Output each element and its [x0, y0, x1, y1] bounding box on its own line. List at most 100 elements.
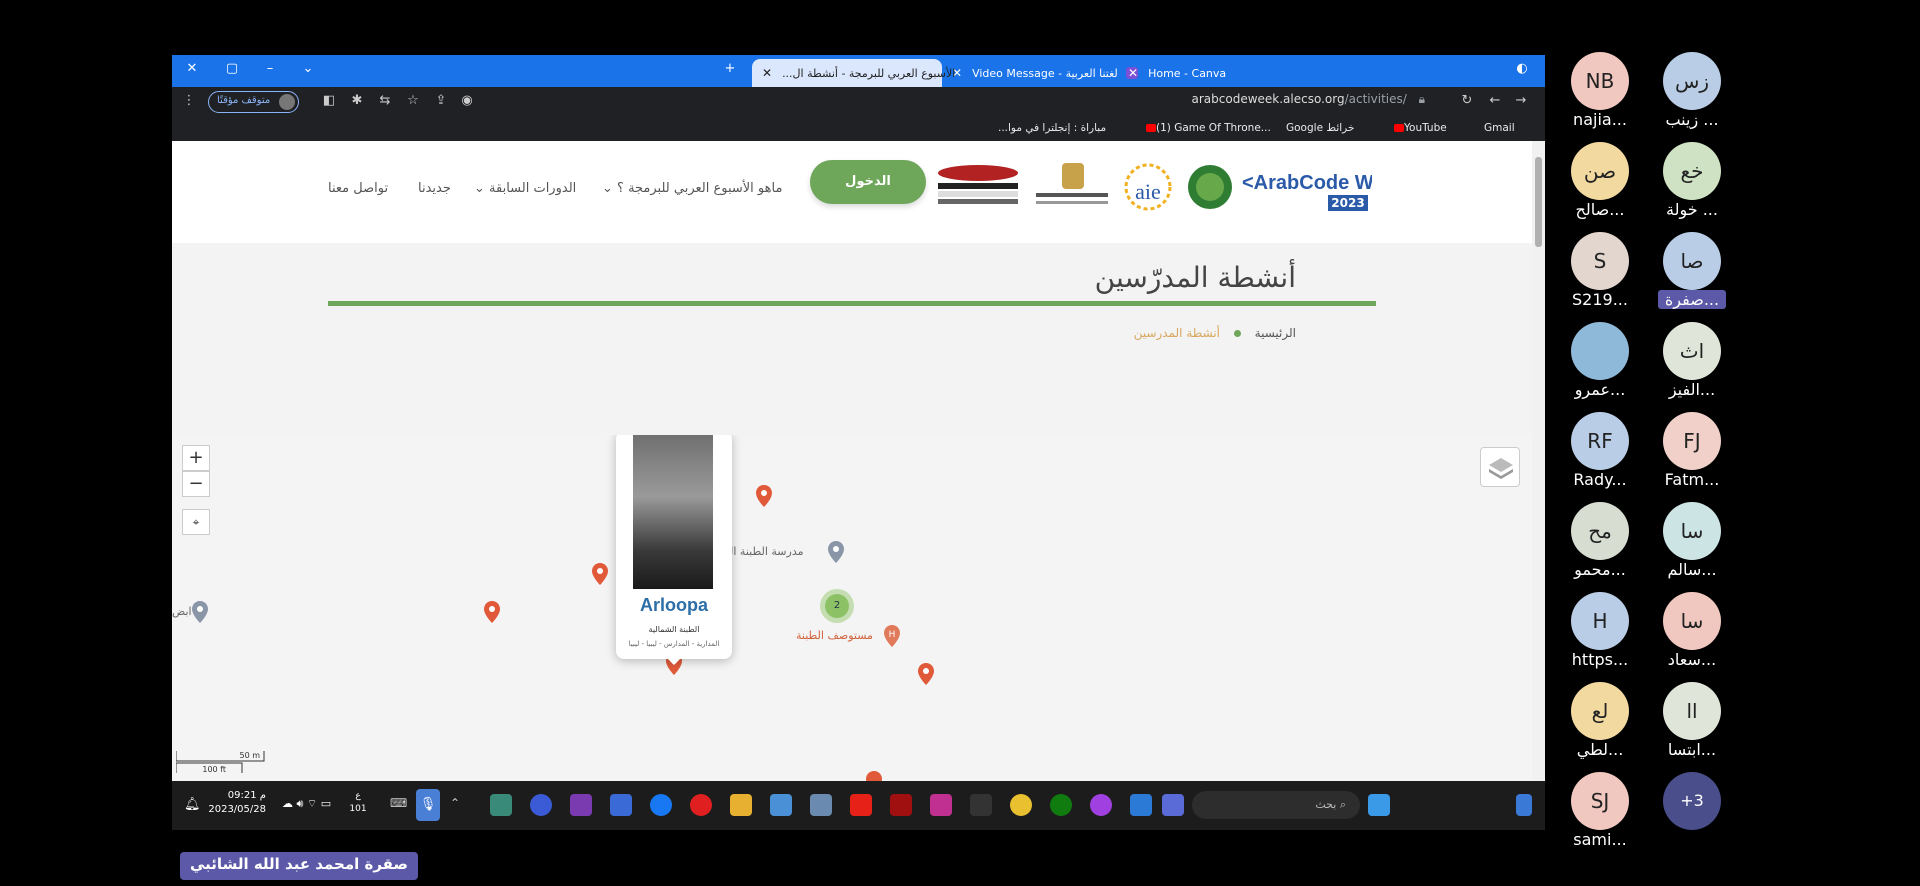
page-scrollbar[interactable] [1532, 141, 1545, 781]
svg-text:aie: aie [1135, 179, 1161, 204]
profile-paused-button[interactable]: متوقف مؤقتًا [208, 91, 300, 113]
participant-tile[interactable]: لع لطي... [1560, 682, 1640, 762]
taskbar-search[interactable]: ⌕ بحث [1192, 791, 1360, 819]
close-tab-icon[interactable]: ✕ [1128, 66, 1138, 80]
map-pin-icon[interactable] [756, 485, 772, 507]
folder-icon[interactable] [730, 794, 752, 816]
bookmark-star-icon[interactable]: ☆ [404, 93, 422, 108]
lock-icon[interactable]: 🔒︎ [1419, 92, 1425, 106]
instagram-icon[interactable] [930, 794, 952, 816]
close-window-icon[interactable]: ✕ [182, 61, 202, 76]
tab-search-chevron-icon[interactable]: ⌄ [298, 61, 318, 76]
new-tab-button[interactable]: + [720, 61, 740, 76]
teams-chat-icon[interactable] [1162, 794, 1184, 816]
tab-arab-code-week[interactable]: ✕ الأسبوع العربي للبرمجة - أنشطة ال... [752, 59, 955, 87]
close-tab-icon[interactable]: ✕ [762, 66, 772, 80]
weather-widget[interactable]: ع 101 [348, 790, 368, 816]
map-pin-icon[interactable] [918, 663, 934, 685]
participant-tile[interactable]: SJ sami... [1560, 772, 1640, 852]
nav-about[interactable]: ⌄ ماهو الأسبوع العربي للبرمجة ؟ [602, 181, 782, 196]
zoom-in-button[interactable]: + [182, 445, 210, 471]
participant-tile[interactable]: زس زينب ... [1652, 52, 1732, 132]
google-icon[interactable]: ◉ [458, 93, 476, 108]
nav-news[interactable]: جديدنا [418, 181, 451, 196]
bookmark-game-of-thrones[interactable]: (1) Game Of Throne... [1142, 122, 1271, 134]
image-viewer-icon[interactable] [810, 794, 832, 816]
activities-map[interactable]: + − ⌖ H مدرسة الطبنة الش مستوصف الطبنة ا… [172, 435, 1532, 781]
participant-tile[interactable]: سا سالم... [1652, 502, 1732, 582]
app-icon[interactable] [490, 794, 512, 816]
show-desktop-icon[interactable] [1516, 794, 1532, 816]
start-icon[interactable] [1368, 794, 1390, 816]
participant-tile-speaking[interactable]: صا صفرة... [1652, 232, 1732, 312]
participant-tile[interactable]: سا سعاد... [1652, 592, 1732, 672]
chrome-icon[interactable] [1010, 794, 1032, 816]
hospital-pin-icon[interactable]: H [884, 625, 900, 647]
reload-icon[interactable]: ↻ [1458, 93, 1476, 108]
locate-icon[interactable]: ⌖ [182, 509, 210, 535]
photos-icon[interactable] [770, 794, 792, 816]
breadcrumb-home[interactable]: الرئيسية [1255, 326, 1296, 340]
extensions-icon[interactable]: ✱ [348, 93, 366, 108]
messenger-icon[interactable] [1090, 794, 1112, 816]
participant-tile[interactable]: مح محمو... [1560, 502, 1640, 582]
monitor-icon[interactable] [610, 794, 632, 816]
opera-icon[interactable] [690, 794, 712, 816]
activity-name[interactable]: Arloopa [616, 595, 732, 616]
xbox-icon[interactable] [1050, 794, 1072, 816]
facebook-icon[interactable] [650, 794, 672, 816]
bookmark-match[interactable]: مباراة : إنجلترا في موا... [998, 122, 1106, 134]
minimize-icon[interactable]: – [260, 61, 280, 76]
mail-icon[interactable] [1130, 794, 1152, 816]
epic-games-icon[interactable] [970, 794, 992, 816]
map-pin-icon[interactable] [592, 563, 608, 585]
scroll-thumb[interactable] [1535, 157, 1542, 247]
map-pin-icon[interactable] [866, 771, 882, 781]
shield-icon[interactable] [530, 794, 552, 816]
participant-tile[interactable]: عمرو... [1560, 322, 1640, 402]
map-pin-icon[interactable] [484, 601, 500, 623]
activity-popup[interactable]: Arloopa الطبنة الشمالية المدارية - المدا… [616, 435, 732, 665]
layers-icon[interactable] [1480, 447, 1520, 487]
participant-tile[interactable]: اث الفيز... [1652, 322, 1732, 402]
participant-tile[interactable]: S S219... [1560, 232, 1640, 312]
bookmark-gmail[interactable]: Gmail [1484, 122, 1515, 134]
forward-icon[interactable]: → [1512, 93, 1530, 108]
game-icon[interactable] [890, 794, 912, 816]
back-icon[interactable]: ← [1486, 93, 1504, 108]
nav-previous-sessions[interactable]: ⌄ الدورات السابقة [474, 181, 576, 196]
share-icon[interactable]: ⇪ [432, 93, 450, 108]
login-button[interactable]: الدخول [810, 160, 926, 204]
more-participants-button[interactable]: +3 [1652, 772, 1732, 852]
participant-tile[interactable]: اا ابتسا... [1652, 682, 1732, 762]
menu-kebab-icon[interactable]: ⋮ [180, 93, 198, 108]
participant-tile[interactable]: RF Rady... [1560, 412, 1640, 492]
school-pin-icon[interactable] [828, 541, 844, 563]
participant-tile[interactable]: Hhttps... [1560, 592, 1640, 672]
side-panel-icon[interactable]: ◧ [320, 93, 338, 108]
maximize-icon[interactable]: ▢ [222, 61, 242, 76]
address-bar[interactable]: arabcodeweek.alecso.org/activities/ 🔒︎ [1192, 92, 1426, 107]
participant-tile[interactable]: خع خولة ... [1652, 142, 1732, 222]
chevron-up-icon[interactable]: ⌃ [450, 796, 460, 810]
place-pin-icon[interactable] [192, 601, 208, 623]
bookmark-youtube[interactable]: YouTube [1390, 122, 1447, 134]
teams-icon[interactable] [570, 794, 592, 816]
keyboard-icon[interactable]: ⌨ [390, 796, 407, 810]
tab-canva[interactable]: ✕ Home - Canva [1118, 59, 1318, 87]
marker-cluster[interactable]: 2 [820, 589, 854, 623]
participant-tile[interactable]: صن صالح... [1560, 142, 1640, 222]
bookmark-google-maps[interactable]: Google خرائط [1286, 122, 1354, 134]
nav-contact[interactable]: تواصل معنا [328, 181, 388, 196]
notification-icon[interactable]: 🔔︎ [184, 797, 201, 812]
participant-tile[interactable]: NB najia... [1560, 52, 1640, 132]
system-clock[interactable]: 09:21 م 2023/05/28 [208, 789, 266, 817]
zoom-out-button[interactable]: − [182, 471, 210, 497]
participant-tile[interactable]: FJ Fatm... [1652, 412, 1732, 492]
youtube-icon[interactable] [850, 794, 872, 816]
browser-toolbar: ⋮ متوقف مؤقتًا ◧ ✱ ⇆ ☆ ⇪ ◉ arabcodeweek.… [172, 87, 1545, 117]
profile-sync-icon[interactable]: ◐ [1512, 61, 1532, 76]
tray-icons[interactable]: ☁ 🔊︎ ⌔ ▭ [282, 797, 331, 811]
translate-icon[interactable]: ⇆ [376, 93, 394, 108]
microphone-icon[interactable]: 🎙︎ [416, 789, 440, 821]
